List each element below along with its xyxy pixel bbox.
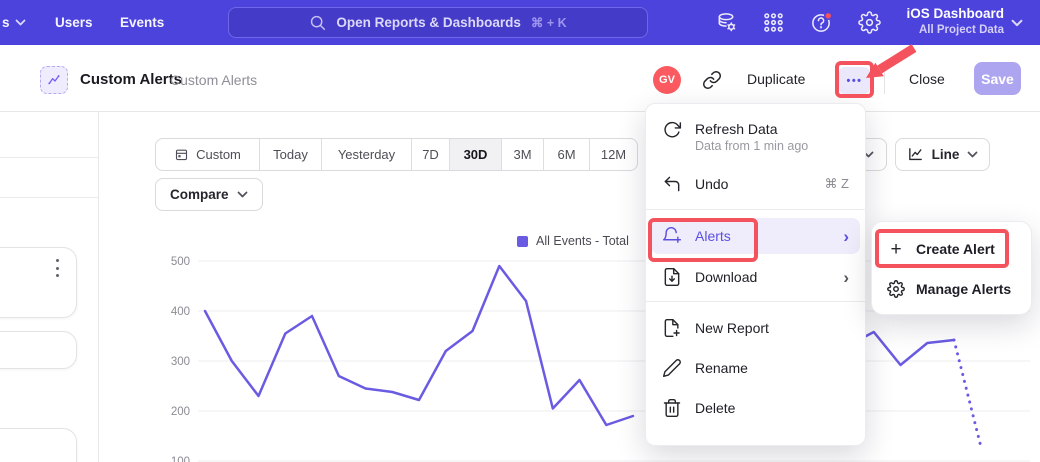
project-title: iOS Dashboard bbox=[882, 5, 1004, 23]
panel-row-divider bbox=[0, 157, 98, 158]
chart-type-button[interactable]: Line bbox=[895, 138, 990, 171]
date-range-selector: Custom Today Yesterday 7D 30D 3M 6M 12M bbox=[155, 138, 638, 171]
date-range-7d[interactable]: 7D bbox=[411, 139, 449, 170]
duplicate-button[interactable]: Duplicate bbox=[747, 71, 805, 87]
menu-item-delete[interactable]: Delete bbox=[646, 388, 865, 428]
svg-text:300: 300 bbox=[171, 356, 190, 368]
page-title: Custom Alerts bbox=[80, 71, 182, 88]
download-file-icon bbox=[662, 267, 682, 287]
gear-icon bbox=[887, 280, 905, 298]
chevron-down-icon bbox=[15, 19, 26, 26]
close-button[interactable]: Close bbox=[909, 71, 945, 87]
avatar[interactable]: GV bbox=[653, 66, 681, 94]
context-menu: Refresh Data Data from 1 min ago Undo ⌘ … bbox=[645, 103, 866, 446]
save-button[interactable]: Save bbox=[974, 62, 1021, 95]
svg-text:500: 500 bbox=[171, 256, 190, 268]
toolbar-divider bbox=[884, 67, 885, 94]
project-subtitle: All Project Data bbox=[882, 23, 1004, 38]
app-window: s Users Events Open Reports & Dashboards… bbox=[0, 0, 1040, 462]
date-range-6m[interactable]: 6M bbox=[543, 139, 589, 170]
breadcrumb: Custom Alerts bbox=[170, 72, 257, 88]
more-options-button[interactable]: ••• bbox=[839, 67, 870, 94]
more-options-icon: ••• bbox=[846, 75, 862, 87]
menu-item-download[interactable]: Download › bbox=[646, 258, 865, 296]
help-icon[interactable] bbox=[809, 10, 833, 34]
project-selector[interactable]: iOS Dashboard All Project Data bbox=[882, 5, 1004, 38]
panel-row-divider bbox=[0, 197, 98, 198]
menu-item-new-report[interactable]: New Report bbox=[646, 308, 865, 348]
chevron-down-icon bbox=[967, 151, 978, 158]
alerts-submenu: + Create Alert Manage Alerts bbox=[871, 221, 1032, 315]
calendar-icon bbox=[174, 147, 189, 162]
chart-legend[interactable]: All Events - Total bbox=[517, 234, 629, 248]
svg-text:100: 100 bbox=[171, 456, 190, 462]
svg-text:200: 200 bbox=[171, 406, 190, 418]
menu-divider bbox=[646, 301, 865, 302]
submenu-item-manage-alerts[interactable]: Manage Alerts bbox=[872, 269, 1031, 309]
menu-item-refresh-data[interactable]: Refresh Data Data from 1 min ago bbox=[646, 110, 865, 164]
report-chart-icon bbox=[40, 66, 68, 94]
pencil-icon bbox=[662, 358, 682, 378]
chevron-down-icon bbox=[1011, 19, 1023, 27]
bell-plus-icon bbox=[662, 226, 682, 246]
global-search[interactable]: Open Reports & Dashboards ⌘ + K bbox=[228, 7, 648, 38]
apps-grid-icon[interactable] bbox=[761, 10, 785, 34]
search-shortcut: ⌘ + K bbox=[531, 15, 567, 30]
line-chart-icon bbox=[907, 146, 924, 163]
nav-item-truncated[interactable]: s bbox=[2, 0, 26, 45]
submenu-arrow: › bbox=[843, 228, 849, 245]
legend-label: All Events - Total bbox=[536, 234, 629, 248]
menu-item-label: Refresh Data bbox=[695, 119, 808, 139]
date-range-yesterday[interactable]: Yesterday bbox=[321, 139, 411, 170]
trash-icon bbox=[662, 398, 682, 418]
link-icon[interactable] bbox=[702, 70, 722, 90]
search-icon bbox=[309, 14, 326, 31]
date-range-today[interactable]: Today bbox=[259, 139, 321, 170]
data-icon[interactable] bbox=[714, 10, 738, 34]
refresh-icon bbox=[662, 120, 682, 140]
nav-item-users[interactable]: Users bbox=[55, 0, 93, 45]
date-range-12m[interactable]: 12M bbox=[589, 139, 637, 170]
date-range-custom[interactable]: Custom bbox=[156, 139, 259, 170]
chevron-down-icon bbox=[237, 191, 248, 198]
new-report-icon bbox=[662, 318, 682, 338]
svg-text:400: 400 bbox=[171, 306, 190, 318]
nav-item-truncated-label: s bbox=[2, 15, 10, 30]
menu-item-alerts[interactable]: Alerts › bbox=[651, 218, 860, 254]
menu-item-sublabel: Data from 1 min ago bbox=[695, 139, 808, 153]
search-placeholder: Open Reports & Dashboards bbox=[336, 15, 521, 30]
undo-icon bbox=[662, 174, 682, 194]
submenu-arrow: › bbox=[843, 269, 849, 286]
submenu-item-create-alert[interactable]: + Create Alert bbox=[872, 229, 1031, 269]
menu-item-shortcut: ⌘ Z bbox=[824, 176, 849, 192]
settings-gear-icon[interactable] bbox=[857, 10, 881, 34]
date-range-30d-selected[interactable]: 30D bbox=[449, 139, 501, 170]
legend-color-swatch bbox=[517, 236, 528, 247]
menu-item-undo[interactable]: Undo ⌘ Z bbox=[646, 164, 865, 204]
compare-button[interactable]: Compare bbox=[155, 178, 263, 211]
date-range-3m[interactable]: 3M bbox=[501, 139, 543, 170]
menu-divider bbox=[646, 209, 865, 210]
plus-icon: + bbox=[887, 240, 905, 259]
menu-item-rename[interactable]: Rename bbox=[646, 348, 865, 388]
nav-item-events[interactable]: Events bbox=[120, 0, 164, 45]
